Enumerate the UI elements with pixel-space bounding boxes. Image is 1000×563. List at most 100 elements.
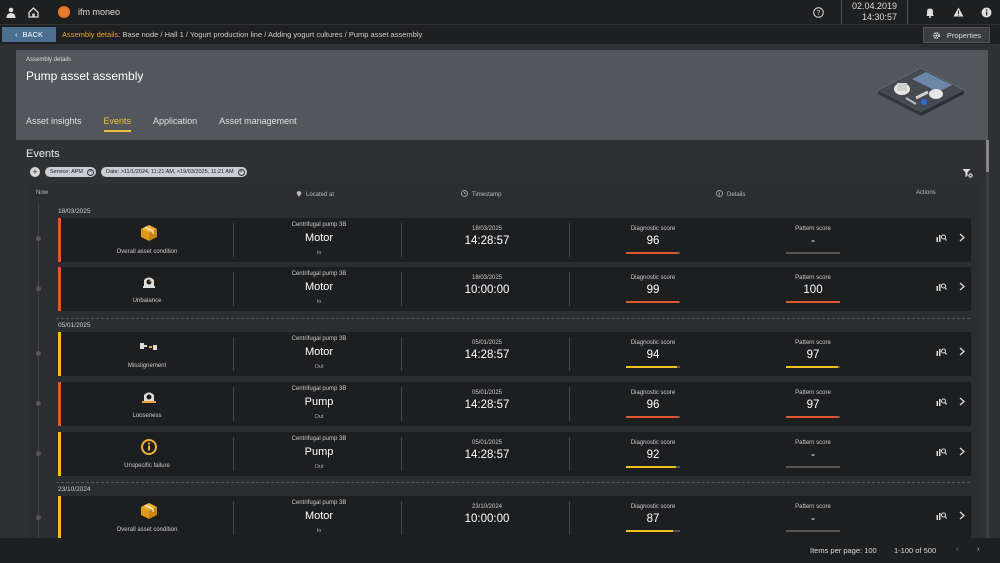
diagnostic-score-bar	[626, 366, 680, 368]
svg-text:?: ?	[817, 10, 821, 17]
event-type-label: Unspecific failure	[124, 463, 170, 469]
column-timestamp: Timestamp	[461, 190, 501, 198]
tab-asset-management[interactable]: Asset management	[219, 116, 297, 132]
warning-icon[interactable]	[944, 0, 972, 24]
divider	[569, 437, 570, 471]
box-icon	[139, 501, 159, 521]
pattern-score-bar	[786, 366, 840, 368]
bell-icon[interactable]	[916, 0, 944, 24]
timestamp-time: 14:28:57	[464, 349, 510, 361]
row-actions	[936, 510, 965, 523]
items-per-page[interactable]: Items per page: 100	[810, 546, 877, 555]
events-list: Now Located at Timestamp Details Actions…	[28, 184, 980, 538]
divider	[401, 337, 402, 371]
scrollbar-thumb[interactable]	[986, 140, 989, 172]
tab-events[interactable]: Events	[103, 116, 132, 132]
timeline-dot	[36, 286, 41, 291]
location-cell: Centrifugal pump 3B Pump Out	[235, 432, 403, 476]
add-filter-button[interactable]: +	[30, 167, 40, 177]
event-row[interactable]: Overall asset condition Centrifugal pump …	[58, 218, 971, 262]
tab-application[interactable]: Application	[153, 116, 197, 132]
filter-bar: + Service: APM × Date: >11/1/2024, 11:21…	[30, 167, 247, 177]
close-icon[interactable]: ×	[237, 168, 245, 176]
diagnostic-score-label: Diagnostic score	[630, 340, 676, 346]
back-button[interactable]: ‹ BACK	[2, 27, 56, 42]
help-icon[interactable]: ?	[805, 0, 833, 24]
diagnostic-score-label: Diagnostic score	[630, 390, 676, 396]
location-direction: Out	[314, 364, 324, 370]
diagnostic-score-label: Diagnostic score	[630, 504, 676, 510]
group-date: 05/01/2025	[58, 322, 91, 329]
chevron-right-icon[interactable]	[959, 511, 965, 523]
chevron-left-icon[interactable]: ‹	[956, 544, 959, 553]
divider	[56, 482, 970, 483]
event-row[interactable]: Overall asset condition Centrifugal pump …	[58, 496, 971, 538]
divider	[569, 501, 570, 535]
analyze-icon[interactable]	[936, 510, 947, 523]
tab-asset-insights[interactable]: Asset insights	[26, 116, 82, 132]
properties-button[interactable]: Properties	[922, 27, 990, 43]
event-type-label: Overall asset condition	[116, 527, 178, 533]
divider	[401, 501, 402, 535]
chevron-right-icon[interactable]	[959, 347, 965, 359]
filter-chip-label: Date: >11/1/2024, 11:21 AM, <19/03/2025,…	[106, 169, 234, 175]
pattern-score-label: Pattern score	[795, 275, 831, 281]
pagination-bar: Items per page: 100 1-100 of 500 ‹ ›	[0, 538, 1000, 563]
filter-chip-date[interactable]: Date: >11/1/2024, 11:21 AM, <19/03/2025,…	[101, 167, 247, 177]
chevron-right-icon[interactable]	[959, 233, 965, 245]
assembly-illustration	[876, 64, 966, 125]
location-cell: Centrifugal pump 3B Motor In	[235, 218, 403, 262]
divider	[401, 272, 402, 306]
close-icon[interactable]: ×	[87, 168, 95, 176]
clear-filter-icon[interactable]	[962, 168, 973, 181]
event-row[interactable]: Misslignement Centrifugal pump 3B Motor Out…	[58, 332, 971, 376]
location-cell: Centrifugal pump 3B Motor Out	[235, 332, 403, 376]
user-icon[interactable]	[0, 0, 22, 24]
chevron-right-icon[interactable]	[959, 447, 965, 459]
filter-chip-service[interactable]: Service: APM ×	[45, 167, 97, 177]
group-date: 18/03/2025	[58, 208, 91, 215]
info-icon	[716, 190, 723, 197]
analyze-icon[interactable]	[936, 281, 947, 294]
diagnostic-score-value: 87	[646, 513, 660, 525]
chevron-right-icon[interactable]	[959, 397, 965, 409]
analyze-icon[interactable]	[936, 232, 947, 245]
divider	[401, 223, 402, 257]
pattern-score-label: Pattern score	[795, 226, 831, 232]
breadcrumb: Assembly details: Base node / Hall 1 / Y…	[62, 30, 422, 39]
pattern-score-fill	[786, 416, 839, 418]
info-menu-icon[interactable]	[972, 0, 1000, 24]
analyze-icon[interactable]	[936, 346, 947, 359]
diagnostic-score-value: 96	[646, 235, 660, 247]
timestamp-cell: 23/10/2024 10:00:00	[403, 496, 571, 538]
timestamp-time: 14:28:57	[464, 235, 510, 247]
divider	[56, 318, 970, 319]
event-row[interactable]: Looseness Centrifugal pump 3B Pump Out 05/01…	[58, 382, 971, 426]
app-logo	[58, 6, 70, 18]
chevron-right-icon[interactable]: ›	[977, 544, 980, 553]
location-direction: Out	[314, 414, 324, 420]
event-row[interactable]: Unbalance Centrifugal pump 3B Motor In 18/03…	[58, 267, 971, 311]
page-title: Pump asset assembly	[26, 69, 144, 83]
chevron-right-icon[interactable]	[959, 282, 965, 294]
scrollbar[interactable]	[986, 140, 989, 538]
event-type-label: Unbalance	[132, 298, 162, 304]
event-row[interactable]: Unspecific failure Centrifugal pump 3B Pum…	[58, 432, 971, 476]
assembly-header: Assembly details Pump asset assembly Ass…	[16, 50, 988, 140]
diagnostic-score: Diagnostic score 96	[598, 382, 708, 426]
location-direction: In	[316, 250, 322, 256]
location-direction: In	[316, 528, 322, 534]
timeline-line	[38, 204, 39, 538]
pattern-score-fill	[786, 366, 839, 368]
location-component: Motor	[304, 510, 334, 522]
analyze-icon[interactable]	[936, 446, 947, 459]
home-icon[interactable]	[22, 0, 44, 24]
breadcrumb-path[interactable]: Base node / Hall 1 / Yogurt production l…	[122, 30, 422, 39]
group-date: 23/10/2024	[58, 486, 91, 493]
column-now: Now	[36, 190, 49, 196]
diagnostic-score-fill	[626, 366, 677, 368]
back-label: BACK	[22, 30, 43, 39]
diagnostic-score-bar	[626, 530, 680, 532]
pattern-score-bar	[786, 416, 840, 418]
analyze-icon[interactable]	[936, 396, 947, 409]
